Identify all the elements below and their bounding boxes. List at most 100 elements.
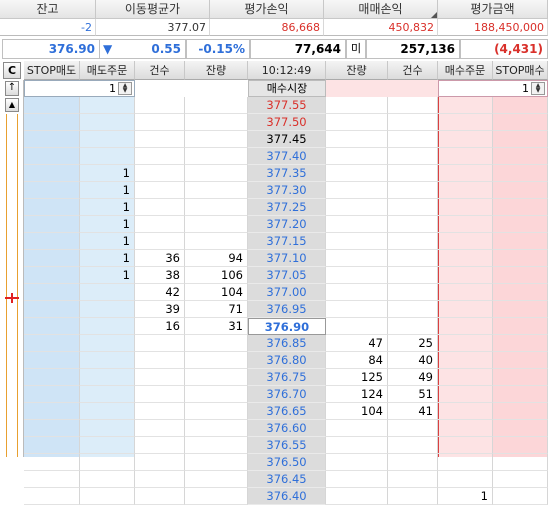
buy-order-cell[interactable]: 1 xyxy=(438,488,493,505)
stop-buy-cell[interactable] xyxy=(493,335,548,352)
price-cell[interactable]: 376.80 xyxy=(248,352,326,369)
stop-buy-cell[interactable] xyxy=(493,386,548,403)
price-cell[interactable]: 376.45 xyxy=(248,471,326,488)
stop-buy-cell[interactable] xyxy=(493,199,548,216)
buy-order-cell[interactable] xyxy=(438,131,493,148)
stop-buy-cell[interactable] xyxy=(493,267,548,284)
sell-order-cell[interactable] xyxy=(80,420,135,437)
price-cell[interactable]: 377.30 xyxy=(248,182,326,199)
stop-buy-cell[interactable] xyxy=(493,182,548,199)
stop-sell-cell[interactable] xyxy=(24,182,80,199)
sell-order-cell[interactable] xyxy=(80,301,135,318)
buy-order-cell[interactable] xyxy=(438,216,493,233)
buy-order-cell[interactable] xyxy=(438,114,493,131)
col-stop-buy[interactable]: STOP매수 xyxy=(493,61,548,80)
stop-sell-cell[interactable] xyxy=(24,199,80,216)
stop-buy-cell[interactable] xyxy=(493,131,548,148)
market-buy-button[interactable]: 매수시장 xyxy=(248,80,326,97)
col-buy-order[interactable]: 매수주문 xyxy=(438,61,493,80)
buy-order-cell[interactable] xyxy=(438,420,493,437)
price-cell[interactable]: 376.85 xyxy=(248,335,326,352)
price-cell[interactable]: 376.70 xyxy=(248,386,326,403)
sell-order-cell[interactable] xyxy=(80,386,135,403)
stop-sell-cell[interactable] xyxy=(24,148,80,165)
buy-order-cell[interactable] xyxy=(438,386,493,403)
sell-order-cell[interactable]: 1 xyxy=(80,267,135,284)
stop-buy-cell[interactable] xyxy=(493,233,548,250)
stop-buy-cell[interactable] xyxy=(493,301,548,318)
price-cell[interactable]: 377.40 xyxy=(248,148,326,165)
stop-buy-cell[interactable] xyxy=(493,148,548,165)
stop-buy-cell[interactable] xyxy=(493,471,548,488)
price-cell[interactable]: 376.40 xyxy=(248,488,326,505)
price-cell[interactable]: 377.45 xyxy=(248,131,326,148)
stop-sell-cell[interactable] xyxy=(24,165,80,182)
stop-buy-cell[interactable] xyxy=(493,488,548,505)
buy-order-cell[interactable] xyxy=(438,318,493,335)
sell-order-cell[interactable] xyxy=(80,403,135,420)
price-cell[interactable]: 377.00 xyxy=(248,284,326,301)
stop-sell-cell[interactable] xyxy=(24,420,80,437)
price-cell[interactable]: 377.55 xyxy=(248,97,326,114)
stop-sell-cell[interactable] xyxy=(24,471,80,488)
stop-sell-cell[interactable] xyxy=(24,267,80,284)
buy-qty-field[interactable]: 1 ▲ ▼ xyxy=(438,80,548,97)
price-cell[interactable]: 376.90 xyxy=(248,318,326,335)
sell-order-cell[interactable] xyxy=(80,131,135,148)
stop-sell-cell[interactable] xyxy=(24,284,80,301)
sell-order-cell[interactable] xyxy=(80,114,135,131)
buy-order-cell[interactable] xyxy=(438,250,493,267)
stop-sell-cell[interactable] xyxy=(24,233,80,250)
stop-buy-cell[interactable] xyxy=(493,97,548,114)
stop-buy-cell[interactable] xyxy=(493,216,548,233)
buy-order-cell[interactable] xyxy=(438,148,493,165)
buy-order-cell[interactable] xyxy=(438,284,493,301)
sell-order-cell[interactable] xyxy=(80,318,135,335)
stop-sell-cell[interactable] xyxy=(24,318,80,335)
stop-sell-cell[interactable] xyxy=(24,114,80,131)
stop-sell-cell[interactable] xyxy=(24,403,80,420)
stop-sell-cell[interactable] xyxy=(24,131,80,148)
price-cell[interactable]: 377.25 xyxy=(248,199,326,216)
buy-qty-stepper[interactable]: ▲ ▼ xyxy=(531,82,545,95)
buy-order-cell[interactable] xyxy=(438,335,493,352)
buy-order-cell[interactable] xyxy=(438,182,493,199)
col-stop-sell[interactable]: STOP매도 xyxy=(24,61,80,80)
price-cell[interactable]: 377.20 xyxy=(248,216,326,233)
sell-order-cell[interactable] xyxy=(80,437,135,454)
stop-buy-cell[interactable] xyxy=(493,250,548,267)
stop-sell-cell[interactable] xyxy=(24,437,80,454)
stop-sell-cell[interactable] xyxy=(24,488,80,505)
price-cell[interactable]: 376.60 xyxy=(248,420,326,437)
buy-order-cell[interactable] xyxy=(438,471,493,488)
sell-order-cell[interactable] xyxy=(80,488,135,505)
sell-order-cell[interactable]: 1 xyxy=(80,182,135,199)
sell-order-cell[interactable] xyxy=(80,97,135,114)
stop-buy-cell[interactable] xyxy=(493,369,548,386)
price-cell[interactable]: 377.35 xyxy=(248,165,326,182)
buy-order-cell[interactable] xyxy=(438,352,493,369)
price-cell[interactable]: 376.55 xyxy=(248,437,326,454)
stop-buy-cell[interactable] xyxy=(493,420,548,437)
price-cell[interactable]: 376.95 xyxy=(248,301,326,318)
stop-buy-cell[interactable] xyxy=(493,284,548,301)
buy-order-cell[interactable] xyxy=(438,165,493,182)
sell-order-cell[interactable] xyxy=(80,369,135,386)
price-cell[interactable]: 377.05 xyxy=(248,267,326,284)
stop-sell-cell[interactable] xyxy=(24,250,80,267)
stop-sell-cell[interactable] xyxy=(24,301,80,318)
price-cell[interactable]: 377.15 xyxy=(248,233,326,250)
buy-order-cell[interactable] xyxy=(438,233,493,250)
stop-sell-cell[interactable] xyxy=(24,335,80,352)
buy-order-cell[interactable] xyxy=(438,369,493,386)
buy-order-cell[interactable] xyxy=(438,199,493,216)
price-cell[interactable]: 376.65 xyxy=(248,403,326,420)
price-cell[interactable]: 377.50 xyxy=(248,114,326,131)
clear-button[interactable]: C xyxy=(3,62,21,79)
sell-order-cell[interactable] xyxy=(80,335,135,352)
stop-buy-cell[interactable] xyxy=(493,114,548,131)
sell-qty-stepper[interactable]: ▲ ▼ xyxy=(118,82,132,95)
stop-buy-cell[interactable] xyxy=(493,403,548,420)
sell-order-cell[interactable] xyxy=(80,284,135,301)
col-sell-order[interactable]: 매도주문 xyxy=(80,61,135,80)
